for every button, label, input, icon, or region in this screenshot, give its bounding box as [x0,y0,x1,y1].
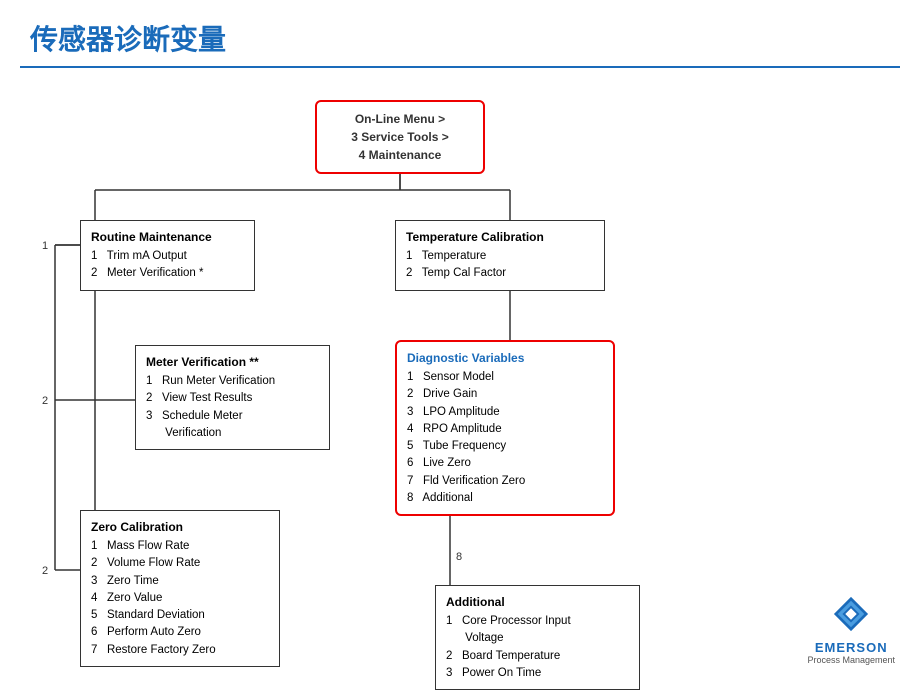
routine-title: Routine Maintenance [91,228,244,246]
meter-verif-item-1: 1 Run Meter Verification [146,373,319,390]
svg-text:2: 2 [42,565,48,577]
meter-verif-title: Meter Verification ** [146,353,319,371]
page: 传感器诊断变量 1 2 2 [0,0,920,690]
additional-box: Additional 1 Core Processor Input Voltag… [435,585,640,690]
zero-cal-title: Zero Calibration [91,518,269,536]
emerson-name: EMERSON [807,640,895,655]
page-title: 传感器诊断变量 [0,0,920,66]
additional-item-2: 2 Board Temperature [446,648,629,665]
temp-cal-box: Temperature Calibration 1 Temperature 2 … [395,220,605,291]
zero-cal-item-4: 4 Zero Value [91,590,269,607]
temp-cal-item-2: 2 Temp Cal Factor [406,265,594,282]
temp-cal-item-1: 1 Temperature [406,248,594,265]
root-line2: 3 Service Tools > [351,130,449,144]
diag-item-5: 5 Tube Frequency [407,438,603,455]
root-line1: On-Line Menu > [355,112,445,126]
zero-cal-item-5: 5 Standard Deviation [91,607,269,624]
meter-verif-item-2: 2 View Test Results [146,390,319,407]
diag-item-3: 3 LPO Amplitude [407,404,603,421]
diag-item-6: 6 Live Zero [407,455,603,472]
routine-item-2: 2 Meter Verification * [91,265,244,282]
temp-cal-title: Temperature Calibration [406,228,594,246]
svg-text:8: 8 [456,551,462,563]
root-menu-box: On-Line Menu > 3 Service Tools > 4 Maint… [315,100,485,174]
diag-item-2: 2 Drive Gain [407,386,603,403]
emerson-subtitle: Process Management [807,655,895,665]
emerson-logo: EMERSON Process Management [807,595,895,665]
diag-item-1: 1 Sensor Model [407,369,603,386]
zero-cal-item-7: 7 Restore Factory Zero [91,642,269,659]
zero-cal-item-6: 6 Perform Auto Zero [91,624,269,641]
routine-item-1: 1 Trim mA Output [91,248,244,265]
meter-verif-item-3: 3 Schedule Meter Verification [146,408,319,443]
additional-title: Additional [446,593,629,611]
diagnostic-variables-box: Diagnostic Variables 1 Sensor Model 2 Dr… [395,340,615,516]
root-line3: 4 Maintenance [359,148,442,162]
diag-item-8: 8 Additional [407,490,603,507]
zero-cal-item-2: 2 Volume Flow Rate [91,555,269,572]
svg-text:2: 2 [42,395,48,407]
diag-item-7: 7 Fld Verification Zero [407,473,603,490]
zero-cal-item-3: 3 Zero Time [91,573,269,590]
meter-verification-box: Meter Verification ** 1 Run Meter Verifi… [135,345,330,450]
title-divider [20,66,900,68]
additional-item-3: 3 Power On Time [446,665,629,682]
zero-calibration-box: Zero Calibration 1 Mass Flow Rate 2 Volu… [80,510,280,667]
diagram-area: 1 2 2 4 5 [20,90,900,670]
additional-item-1: 1 Core Processor Input Voltage [446,613,629,648]
emerson-logo-icon [832,595,870,633]
routine-maintenance-box: Routine Maintenance 1 Trim mA Output 2 M… [80,220,255,291]
diag-item-4: 4 RPO Amplitude [407,421,603,438]
zero-cal-item-1: 1 Mass Flow Rate [91,538,269,555]
svg-text:1: 1 [42,240,48,252]
diag-title: Diagnostic Variables [407,349,603,367]
